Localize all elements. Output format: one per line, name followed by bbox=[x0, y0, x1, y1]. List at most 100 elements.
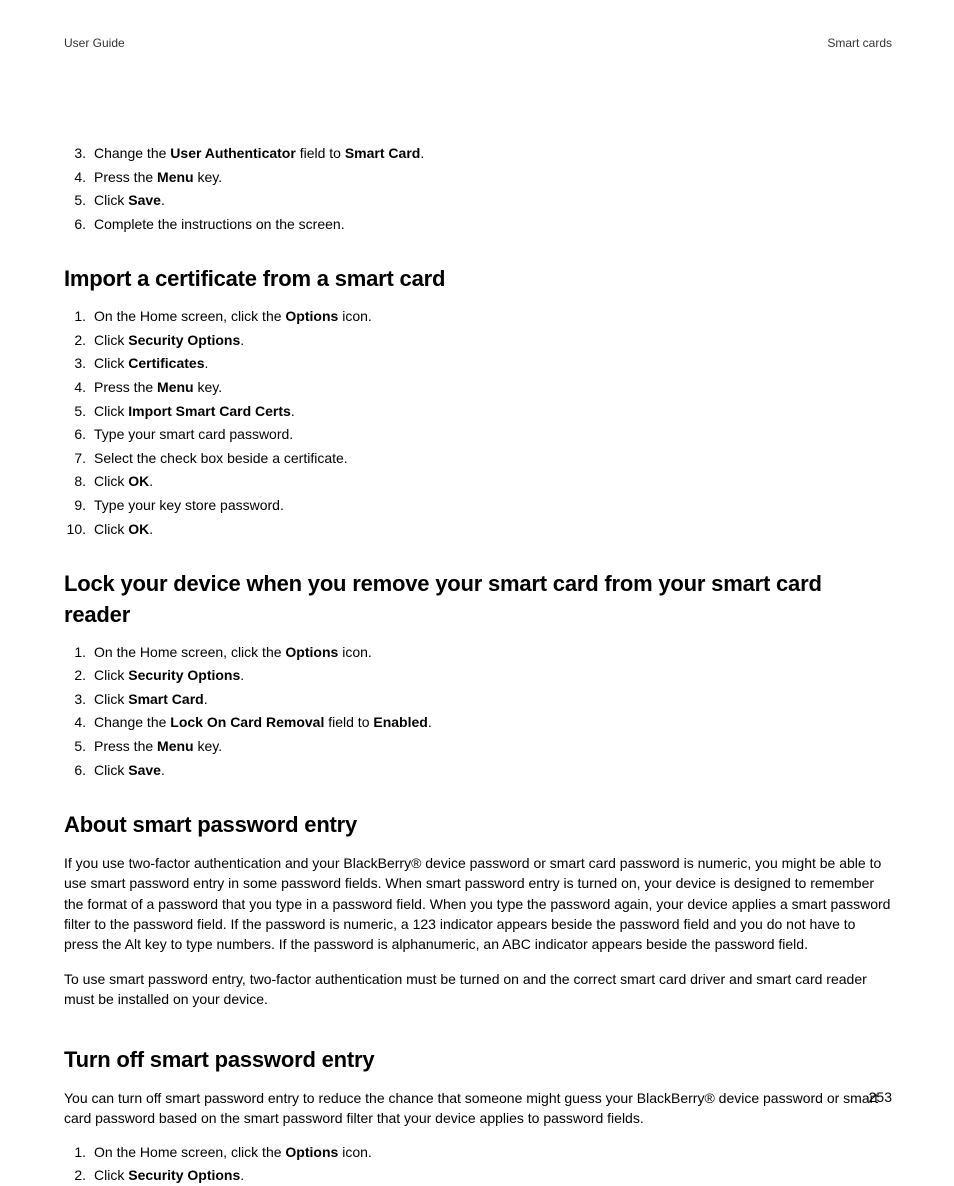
list-number: 4. bbox=[64, 378, 86, 398]
sec3-p1: If you use two-factor authentication and… bbox=[64, 853, 892, 954]
bold-text: Menu bbox=[157, 379, 194, 395]
list-item: 5.Click Import Smart Card Certs. bbox=[94, 402, 892, 422]
list-item: 6.Complete the instructions on the scree… bbox=[94, 215, 892, 235]
bold-text: OK bbox=[128, 473, 149, 489]
list-item-text: Press the Menu key. bbox=[94, 169, 222, 185]
list-item-text: Click OK. bbox=[94, 473, 153, 489]
list-item-text: Click OK. bbox=[94, 521, 153, 537]
list-item-text: Click Security Options. bbox=[94, 332, 244, 348]
bold-text: Save bbox=[128, 192, 161, 208]
list-item-text: Press the Menu key. bbox=[94, 738, 222, 754]
list-item-text: On the Home screen, click the Options ic… bbox=[94, 644, 372, 660]
bold-text: OK bbox=[128, 521, 149, 537]
list-number: 7. bbox=[64, 449, 86, 469]
sec4-p1: You can turn off smart password entry to… bbox=[64, 1088, 892, 1129]
list-number: 1. bbox=[64, 307, 86, 327]
list-item: 3.Click Smart Card. bbox=[94, 690, 892, 710]
list-item: 2.Click Security Options. bbox=[94, 1166, 892, 1186]
list-item: 4.Change the Lock On Card Removal field … bbox=[94, 713, 892, 733]
list-item: 4.Press the Menu key. bbox=[94, 168, 892, 188]
list-number: 3. bbox=[64, 354, 86, 374]
bold-text: Security Options bbox=[128, 1167, 240, 1183]
list-item: 3.Click Certificates. bbox=[94, 354, 892, 374]
bold-text: Options bbox=[285, 644, 338, 660]
list-item: 6.Click Save. bbox=[94, 761, 892, 781]
list-number: 4. bbox=[64, 168, 86, 188]
list-item-text: Click Smart Card. bbox=[94, 691, 208, 707]
sec1-list: 1. On the Home screen, click the Options … bbox=[64, 307, 892, 539]
list-number: 2. bbox=[64, 1166, 86, 1186]
list-item-text: Click Import Smart Card Certs. bbox=[94, 403, 295, 419]
sec2-list: 1. On the Home screen, click the Options … bbox=[64, 643, 892, 781]
list-item: 9.Type your key store password. bbox=[94, 496, 892, 516]
list-number: 5. bbox=[64, 402, 86, 422]
list-item: 1.On the Home screen, click the Options … bbox=[94, 307, 892, 327]
list-item: 8.Click OK. bbox=[94, 472, 892, 492]
bold-text: Smart Card bbox=[345, 145, 420, 161]
list-item: 5.Press the Menu key. bbox=[94, 737, 892, 757]
bold-text: Menu bbox=[157, 738, 194, 754]
list-number: 4. bbox=[64, 713, 86, 733]
bold-text: Enabled bbox=[373, 714, 427, 730]
list-item: 2.Click Security Options. bbox=[94, 666, 892, 686]
list-item-text: Click Security Options. bbox=[94, 1167, 244, 1183]
list-item: 2.Click Security Options. bbox=[94, 331, 892, 351]
bold-text: Save bbox=[128, 762, 161, 778]
sec4-list: 1. On the Home screen, click the Options … bbox=[64, 1143, 892, 1186]
list-item-text: Change the Lock On Card Removal field to… bbox=[94, 714, 432, 730]
bold-text: Options bbox=[285, 308, 338, 324]
list-number: 2. bbox=[64, 666, 86, 686]
list-number: 6. bbox=[64, 215, 86, 235]
list-number: 6. bbox=[64, 425, 86, 445]
bold-text: User Authenticator bbox=[170, 145, 296, 161]
bold-text: Security Options bbox=[128, 667, 240, 683]
heading-turnoff-smart-pw: Turn off smart password entry bbox=[64, 1045, 892, 1076]
bold-text: Lock On Card Removal bbox=[170, 714, 324, 730]
list-number: 8. bbox=[64, 472, 86, 492]
list-number: 5. bbox=[64, 191, 86, 211]
page-number: 253 bbox=[869, 1089, 892, 1105]
list-item: 6.Type your smart card password. bbox=[94, 425, 892, 445]
list-number: 1. bbox=[64, 1143, 86, 1163]
list-number: 2. bbox=[64, 331, 86, 351]
list-number: 10. bbox=[64, 520, 86, 540]
list-item-text: Click Certificates. bbox=[94, 355, 208, 371]
heading-lock-device: Lock your device when you remove your sm… bbox=[64, 569, 892, 631]
list-item: 5.Click Save. bbox=[94, 191, 892, 211]
list-item: 7.Select the check box beside a certific… bbox=[94, 449, 892, 469]
bold-text: Menu bbox=[157, 169, 194, 185]
list-item-text: On the Home screen, click the Options ic… bbox=[94, 308, 372, 324]
list-item: 1.On the Home screen, click the Options … bbox=[94, 643, 892, 663]
top-list: 3. Change the User Authenticator field to… bbox=[64, 144, 892, 234]
list-number: 6. bbox=[64, 761, 86, 781]
list-number: 3. bbox=[64, 690, 86, 710]
page-content: 3. Change the User Authenticator field to… bbox=[64, 144, 892, 1186]
page-header: User Guide Smart cards bbox=[64, 36, 892, 50]
list-number: 9. bbox=[64, 496, 86, 516]
list-item: 1.On the Home screen, click the Options … bbox=[94, 1143, 892, 1163]
list-item-text: Click Save. bbox=[94, 762, 165, 778]
list-number: 1. bbox=[64, 643, 86, 663]
bold-text: Options bbox=[285, 1144, 338, 1160]
bold-text: Import Smart Card Certs bbox=[128, 403, 291, 419]
list-item-text: Select the check box beside a certificat… bbox=[94, 450, 348, 466]
list-item: 4.Press the Menu key. bbox=[94, 378, 892, 398]
heading-import-cert: Import a certificate from a smart card bbox=[64, 264, 892, 295]
heading-about-smart-pw: About smart password entry bbox=[64, 810, 892, 841]
bold-text: Security Options bbox=[128, 332, 240, 348]
list-item-text: Change the User Authenticator field to S… bbox=[94, 145, 424, 161]
list-item: 10.Click OK. bbox=[94, 520, 892, 540]
list-item: 3.Change the User Authenticator field to… bbox=[94, 144, 892, 164]
header-left: User Guide bbox=[64, 36, 125, 50]
sec3-p2: To use smart password entry, two-factor … bbox=[64, 969, 892, 1010]
list-item-text: Click Save. bbox=[94, 192, 165, 208]
bold-text: Smart Card bbox=[128, 691, 203, 707]
list-number: 3. bbox=[64, 144, 86, 164]
list-item-text: On the Home screen, click the Options ic… bbox=[94, 1144, 372, 1160]
bold-text: Certificates bbox=[128, 355, 204, 371]
list-item-text: Type your smart card password. bbox=[94, 426, 293, 442]
list-number: 5. bbox=[64, 737, 86, 757]
list-item-text: Type your key store password. bbox=[94, 497, 284, 513]
header-right: Smart cards bbox=[827, 36, 892, 50]
list-item-text: Click Security Options. bbox=[94, 667, 244, 683]
